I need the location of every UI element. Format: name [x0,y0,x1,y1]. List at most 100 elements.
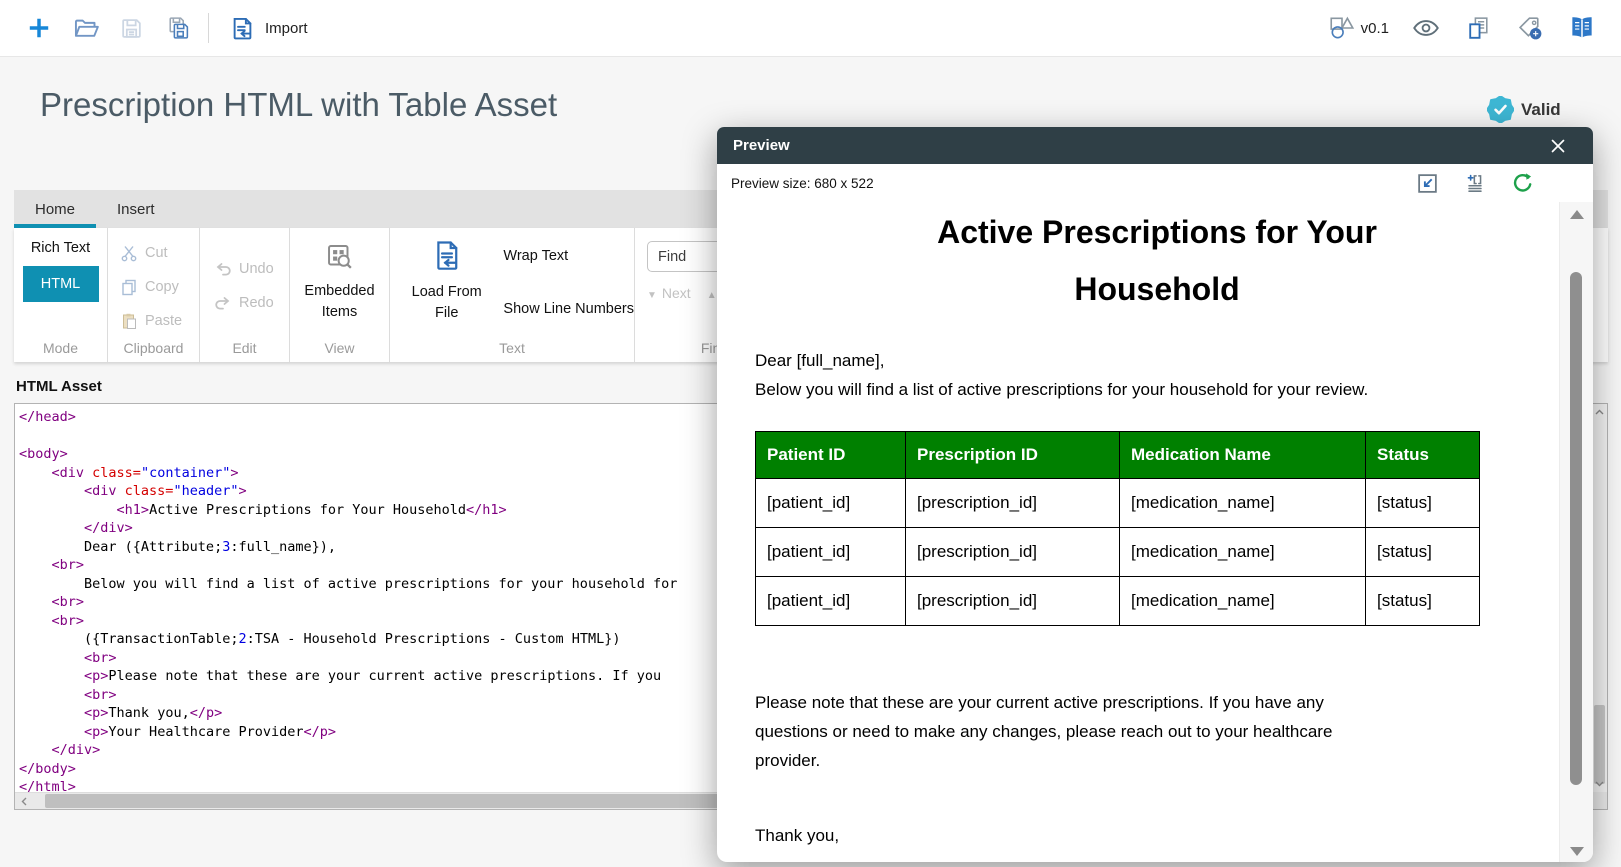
email-heading: Active Prescriptions for Your Household [857,204,1457,318]
editor-vscroll-thumb[interactable] [1594,705,1605,784]
tab-insert[interactable]: Insert [96,190,176,228]
table-row: [patient_id][prescription_id][medication… [756,528,1480,577]
save-copy-icon [164,15,191,42]
scroll-up-icon[interactable] [1592,404,1607,420]
save-button[interactable] [108,5,154,51]
table-cell: [prescription_id] [906,479,1120,528]
cut-button[interactable]: Cut [120,236,199,270]
import-icon [229,15,256,42]
redo-button[interactable]: Redo [214,286,289,320]
refresh-icon [1511,171,1535,195]
triangle-up-icon: ▲ [707,290,717,301]
scrollbar-corner [1591,792,1607,809]
status-label: Valid [1521,100,1561,120]
group-caption-mode: Mode [14,340,107,356]
preview-modal: Preview Preview size: 680 x 522 Active P… [717,127,1593,862]
group-caption-clipboard: Clipboard [108,340,199,356]
library-button[interactable] [1559,5,1605,51]
table-cell: [medication_name] [1120,528,1366,577]
new-button[interactable] [16,5,62,51]
table-cell: [status] [1366,479,1480,528]
html-mode-button[interactable]: HTML [23,266,99,302]
table-cell: [medication_name] [1120,577,1366,626]
table-header-cell: Medication Name [1120,432,1366,479]
paste-button[interactable]: Paste [120,304,199,338]
tab-home[interactable]: Home [14,190,96,228]
copy-asset-button[interactable] [1455,5,1501,51]
table-header-cell: Patient ID [756,432,906,479]
editor-vertical-scrollbar[interactable] [1591,404,1607,792]
table-cell: [status] [1366,577,1480,626]
preview-button[interactable] [1403,5,1449,51]
group-view: Embedded Items View [290,228,390,362]
preview-scroll-up-icon[interactable] [1560,210,1593,219]
preview-size-label: Preview size: 680 x 522 [731,176,874,191]
table-header-cell: Prescription ID [906,432,1120,479]
top-toolbar: Import v0.1 [0,0,1621,57]
book-icon [1567,13,1597,43]
table-header-row: Patient IDPrescription IDMedication Name… [756,432,1480,479]
insert-attribute-icon [1463,171,1487,195]
tag-globe-icon [1516,14,1545,43]
version-shapes-icon [1328,14,1356,42]
close-button[interactable] [1543,131,1573,161]
rich-text-button[interactable]: Rich Text [14,237,107,259]
show-line-numbers-toggle[interactable]: Show Line Numbers [503,301,634,317]
group-mode: Rich Text HTML Mode [14,228,108,362]
paste-clipboard-icon [120,312,138,330]
table-row: [patient_id][prescription_id][medication… [756,577,1480,626]
email-preview: Active Prescriptions for Your Household … [717,202,1559,862]
group-edit: Undo Redo Edit [200,228,290,362]
editor-label: HTML Asset [16,378,102,395]
save-copy-button[interactable] [154,5,200,51]
group-clipboard: Cut Copy Paste Clipboard [108,228,200,362]
email-greeting: Dear [full_name], [755,346,1559,375]
load-from-file-icon [431,240,463,272]
eye-icon [1411,13,1441,43]
save-icon [119,16,144,41]
undo-icon [214,260,232,278]
scroll-down-icon[interactable] [1592,776,1607,792]
find-next-button[interactable]: ▼Next [647,285,691,301]
preview-body: Active Prescriptions for Your Household … [717,202,1593,862]
preview-scroll-thumb[interactable] [1570,272,1582,785]
plus-icon [26,15,52,41]
prescriptions-table: Patient IDPrescription IDMedication Name… [755,431,1480,626]
copy-pages-icon [1464,14,1493,43]
table-cell: [patient_id] [756,528,906,577]
open-button[interactable] [62,5,108,51]
import-button[interactable]: Import [217,5,320,51]
close-icon [1550,138,1566,154]
refresh-button[interactable] [1511,171,1535,195]
shrink-preview-button[interactable] [1416,172,1439,195]
cut-scissors-icon [120,244,138,262]
table-cell: [patient_id] [756,577,906,626]
status-badge: Valid [1487,96,1561,123]
import-label: Import [265,20,308,37]
preview-toolbar: Preview size: 680 x 522 [717,164,1593,202]
table-cell: [prescription_id] [906,577,1120,626]
group-caption-text: Text [390,340,634,356]
preview-scrollbar[interactable] [1559,202,1593,862]
preview-modal-header[interactable]: Preview [717,127,1593,164]
table-body: [patient_id][prescription_id][medication… [756,479,1480,626]
email-intro: Below you will find a list of active pre… [755,375,1559,404]
copy-button[interactable]: Copy [120,270,199,304]
embedded-items-button[interactable]: Embedded Items [290,242,389,323]
copy-icon [120,278,138,296]
scroll-left-icon[interactable] [15,793,33,809]
shrink-preview-icon [1416,172,1439,195]
table-cell: [patient_id] [756,479,906,528]
email-note: Please note that these are your current … [755,688,1367,775]
version-button[interactable]: v0.1 [1328,14,1397,42]
email-closing: Thank you, [755,821,1559,850]
triangle-down-icon: ▼ [647,290,657,301]
insert-attribute-button[interactable] [1463,171,1487,195]
preview-scroll-down-icon[interactable] [1560,847,1593,856]
wrap-text-toggle[interactable]: Wrap Text [503,248,634,264]
table-cell: [status] [1366,528,1480,577]
tags-button[interactable] [1507,5,1553,51]
group-caption-view: View [290,340,389,356]
valid-check-icon [1487,96,1514,123]
undo-button[interactable]: Undo [214,252,289,286]
